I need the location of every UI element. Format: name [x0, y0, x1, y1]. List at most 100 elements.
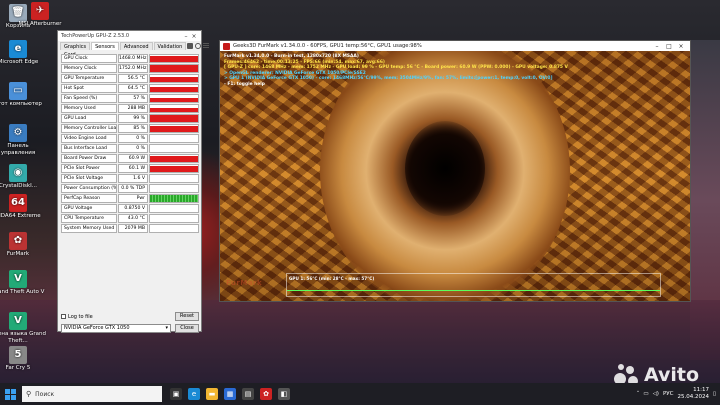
tab-advanced[interactable]: Advanced [119, 42, 153, 50]
taskbar-search[interactable]: ⚲ Поиск [22, 386, 162, 402]
sensor-label[interactable]: System Memory Used [61, 223, 117, 233]
aida64-icon: 64 [9, 194, 27, 212]
sensor-label[interactable]: GPU Voltage [61, 203, 117, 213]
sensor-label[interactable]: GPU Clock [61, 53, 117, 63]
sensor-label[interactable]: Fan Speed (%) [61, 93, 117, 103]
sensor-label[interactable]: Memory Clock [61, 63, 117, 73]
desktop-shortcut[interactable]: VGrand Theft Auto V [0, 270, 46, 296]
sensor-label[interactable]: GPU Temperature [61, 73, 117, 83]
osd-line: - F1: toggle help [224, 81, 265, 87]
camera-icon[interactable] [187, 43, 194, 49]
sensor-row: Bus Interface Load 0 % [61, 143, 199, 153]
menu-icon[interactable] [203, 43, 210, 49]
furmark-osd: FurMark v1.34.0.0 - Burn-in test, 1280x7… [224, 54, 568, 88]
gpuz-taskbar-icon[interactable]: ▤ [242, 388, 254, 400]
sensor-label[interactable]: PCIe Slot Voltage [61, 173, 117, 183]
gpuz-footer: Log to file Reset NVIDIA GeForce GTX 105… [61, 312, 199, 333]
explorer-icon[interactable]: ▬ [206, 388, 218, 400]
minimize-icon[interactable]: – [182, 33, 190, 40]
sensor-graph-fill [150, 125, 198, 132]
gpuz-title-bar[interactable]: TechPowerUp GPU-Z 2.53.0 – × [58, 31, 201, 41]
gpu-select[interactable]: NVIDIA GeForce GTX 1050 ▾ [61, 323, 171, 333]
sensor-value: 2079 MB [118, 223, 148, 233]
sensor-label[interactable]: Board Power Draw [61, 153, 117, 163]
furmark-title-bar[interactable]: Geeks3D FurMark v1.34.0.0 - 60FPS, GPU1 … [220, 41, 690, 51]
sensor-value: 56.5 °C [118, 73, 148, 83]
sensor-label[interactable]: Video Engine Load [61, 133, 117, 143]
desktop-shortcut[interactable]: ◉ CrystalDiskI... [0, 164, 46, 190]
network-icon[interactable]: ▭ [643, 391, 648, 397]
desktop-shortcut-label: FurMark [6, 251, 30, 257]
sensor-label[interactable]: Memory Used [61, 103, 117, 113]
reset-button[interactable]: Reset [175, 312, 199, 321]
volume-icon[interactable]: ◁) [653, 391, 659, 397]
gpu-select-value: NVIDIA GeForce GTX 1050 [64, 324, 130, 331]
sensor-label[interactable]: Memory Controller Load [61, 123, 117, 133]
desktop-shortcut-label: Grand Theft Auto V [0, 289, 45, 295]
sensor-row: Memory Controller Load 85 % [61, 123, 199, 133]
desktop-shortcut-label: Смена языка Grand Theft... [0, 331, 46, 344]
sensor-label[interactable]: GPU Load [61, 113, 117, 123]
desktop-shortcut[interactable]: 64AIDA64 Extreme [0, 194, 46, 220]
desktop-shortcut[interactable]: ✈ MSI Afterburner [12, 2, 68, 28]
sensor-graph-fill [150, 155, 198, 162]
tab-graphics-card[interactable]: Graphics Card [60, 42, 91, 58]
clock[interactable]: 11:17 25.04.2024 [677, 387, 709, 401]
sensor-label[interactable]: CPU Temperature [61, 213, 117, 223]
sensor-row: GPU Voltage 0.8750 V [61, 203, 199, 213]
sensor-label[interactable]: PCIe Slot Power [61, 163, 117, 173]
sensor-row: GPU Load 99 % [61, 113, 199, 123]
close-button[interactable]: Close [175, 323, 199, 333]
furmark-render-view[interactable]: FurMark v1.34.0.0 - Burn-in test, 1280x7… [220, 51, 690, 301]
maximize-icon[interactable]: □ [663, 43, 675, 50]
sensor-graph [149, 163, 199, 173]
edge-icon[interactable]: e [188, 388, 200, 400]
sensor-graph [149, 183, 199, 193]
afterburner-icon: ✈ [31, 2, 49, 20]
store-icon[interactable]: ▦ [224, 388, 236, 400]
minimize-icon[interactable]: – [651, 43, 663, 50]
notification-icon[interactable]: ▯ [713, 391, 716, 397]
log-to-file-checkbox[interactable] [61, 314, 66, 319]
sensor-graph [149, 113, 199, 123]
furmark-taskbar-icon[interactable]: ✿ [260, 388, 272, 400]
crystaldisk-icon: ◉ [9, 164, 27, 182]
search-icon: ⚲ [26, 390, 32, 398]
sensor-graph [149, 153, 199, 163]
desktop-shortcut[interactable]: ⚙ Панель управления [0, 124, 46, 156]
tab-sensors[interactable]: Sensors [91, 42, 119, 50]
tab-validation[interactable]: Validation [153, 42, 187, 50]
furmark-window[interactable]: Geeks3D FurMark v1.34.0.0 - 60FPS, GPU1 … [219, 40, 691, 302]
sensor-row: Memory Clock 1752.0 MHz [61, 63, 199, 73]
refresh-icon[interactable] [195, 43, 202, 49]
app-taskbar-icon[interactable]: ◧ [278, 388, 290, 400]
close-icon[interactable]: × [675, 43, 687, 50]
sensor-row: Board Power Draw 60.9 W [61, 153, 199, 163]
sensor-row: GPU Clock 1468.0 MHz [61, 53, 199, 63]
sensor-graph [149, 213, 199, 223]
language-indicator[interactable]: РУС [663, 391, 674, 397]
sensor-label[interactable]: Hot Spot [61, 83, 117, 93]
temperature-graph-label: GPU 1: 56°C (min: 28°C - max: 57°C) [289, 276, 375, 281]
computer-icon: ▭ [9, 82, 27, 100]
sensor-value: 85 % [118, 123, 148, 133]
temperature-line [287, 290, 660, 291]
chevron-up-icon[interactable]: ˄ [637, 391, 640, 397]
gpuz-window[interactable]: TechPowerUp GPU-Z 2.53.0 – × Graphics Ca… [57, 30, 210, 333]
sensor-value: 288 MB [118, 103, 148, 113]
desktop-shortcut[interactable]: ▭Этот компьютер [0, 82, 46, 108]
close-icon[interactable]: × [190, 33, 198, 40]
sensor-graph-fill [150, 194, 198, 202]
desktop-shortcut[interactable]: ✿ FurMark [0, 232, 46, 258]
desktop-shortcut[interactable]: 5 Far Cry 5 [0, 346, 46, 372]
desktop-shortcut[interactable]: e Microsoft Edge [0, 40, 46, 66]
sensor-row: PerfCap Reason Pwr [61, 193, 199, 203]
task-view-icon[interactable]: ▣ [170, 388, 182, 400]
sensor-label[interactable]: Power Consumption (%) [61, 183, 117, 193]
sensor-label[interactable]: PerfCap Reason [61, 193, 117, 203]
start-button[interactable] [0, 383, 20, 405]
sensor-row: GPU Temperature 56.5 °C [61, 73, 199, 83]
desktop-shortcut[interactable]: VСмена языка Grand Theft... [0, 312, 46, 344]
sensor-graph [149, 133, 199, 143]
sensor-label[interactable]: Bus Interface Load [61, 143, 117, 153]
